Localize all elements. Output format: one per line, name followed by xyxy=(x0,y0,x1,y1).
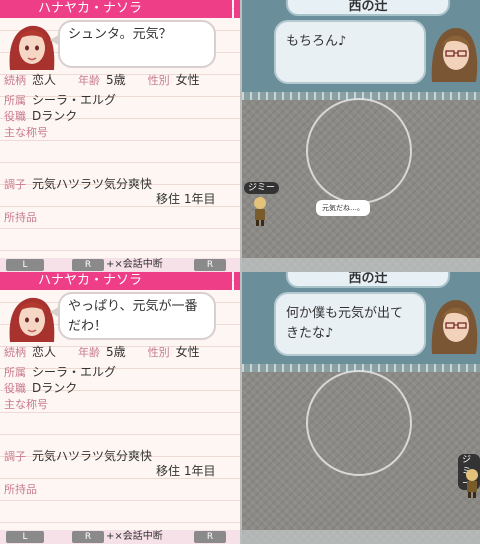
map-panel: 西の辻 もちろん♪ ジミー 元気だね…。 xyxy=(240,0,480,272)
l-button[interactable]: L xyxy=(6,531,44,543)
character-name-bar: ハナヤカ・ナソラ xyxy=(0,0,240,18)
character-portrait xyxy=(9,297,55,342)
condition-label: 調子 xyxy=(4,450,26,463)
r-button-right[interactable]: R xyxy=(194,259,226,271)
character-name-bar: ハナヤカ・ナソラ xyxy=(0,272,240,290)
condition-label: 調子 xyxy=(4,178,26,191)
profile-row-affiliation: 所属 シーラ・エルグ xyxy=(4,364,116,381)
partner-portrait xyxy=(431,28,478,82)
npc-sprite[interactable] xyxy=(464,468,480,498)
speech-text: やっぱり、元気が一番だわ！ xyxy=(68,299,198,334)
profile-row-basic: 続柄 恋人 年齢 5歳 性別 女性 xyxy=(4,72,200,89)
control-bar: L R +×会話中断 R xyxy=(0,530,240,544)
titles-label: 主な称号 xyxy=(4,126,48,139)
frame-bottom: ハナヤカ・ナソラ やっぱり、元気が一番だわ！ 続柄 恋人 年齢 5歳 性別 女性 所属 シー… xyxy=(0,272,480,544)
relation-label: 続柄 xyxy=(4,346,26,359)
profile-row-role: 役職 Dランク xyxy=(4,108,77,125)
profile-panel: ハナヤカ・ナソラ シュンタ。元気？ 続柄 恋人 年齢 5歳 性別 女性 所属 シーラ・エルグ… xyxy=(0,0,240,272)
gender-label: 性別 xyxy=(147,346,170,359)
role-value: Dランク xyxy=(32,109,78,123)
character-portrait xyxy=(9,25,55,70)
profile-row-items: 所持品 xyxy=(4,209,37,226)
role-label: 役職 xyxy=(4,110,26,123)
titles-label: 主な称号 xyxy=(4,398,48,411)
age-value: 5歳 xyxy=(106,73,126,87)
profile-row-affiliation: 所属 シーラ・エルグ xyxy=(4,92,116,109)
cancel-conversation-label: +×会話中断 xyxy=(106,531,163,542)
location-label: 西の辻 xyxy=(286,0,450,16)
control-bar: L R +×会話中断 R xyxy=(0,258,240,272)
gender-label: 性別 xyxy=(147,74,170,87)
role-label: 役職 xyxy=(4,382,26,395)
affiliation-label: 所属 xyxy=(4,94,26,107)
gender-value: 女性 xyxy=(175,73,200,87)
partner-dialog: もちろん♪ xyxy=(274,20,426,84)
profile-row-basic: 続柄 恋人 年齢 5歳 性別 女性 xyxy=(4,344,200,361)
npc-speech-text: 元気だね…。 xyxy=(322,204,364,212)
affiliation-value: シーラ・エルグ xyxy=(32,365,117,379)
age-value: 5歳 xyxy=(106,345,126,359)
target-circle xyxy=(306,370,412,476)
r-button[interactable]: R xyxy=(72,259,104,271)
profile-row-residence: 移住 1年目 xyxy=(156,191,215,207)
speech-bubble: シュンタ。元気？ xyxy=(50,20,216,68)
map-bottom-bar xyxy=(242,258,480,272)
speech-bubble: やっぱり、元気が一番だわ！ xyxy=(50,292,216,340)
map-panel: 西の辻 何か僕も元気が出てきたな♪ ジミー xyxy=(240,272,480,544)
npc-speech-bubble: 元気だね…。 xyxy=(316,200,370,216)
npc-sprite[interactable] xyxy=(252,196,268,226)
partner-dialog-text: 何か僕も元気が出てきたな♪ xyxy=(286,306,404,341)
frame-top: ハナヤカ・ナソラ シュンタ。元気？ 続柄 恋人 年齢 5歳 性別 女性 所属 シーラ・エルグ… xyxy=(0,0,480,272)
r-button[interactable]: R xyxy=(72,531,104,543)
profile-row-condition: 調子 元気ハツラツ気分爽快 xyxy=(4,448,152,465)
relation-value: 恋人 xyxy=(32,345,57,359)
affiliation-value: シーラ・エルグ xyxy=(32,93,117,107)
profile-row-titles: 主な称号 xyxy=(4,396,48,413)
relation-value: 恋人 xyxy=(32,73,57,87)
condition-value: 元気ハツラツ気分爽快 xyxy=(32,449,153,463)
residence-value: 移住 1年目 xyxy=(156,464,216,478)
gender-value: 女性 xyxy=(175,345,200,359)
character-name: ハナヤカ・ナソラ xyxy=(38,273,143,288)
target-circle xyxy=(306,98,412,204)
items-label: 所持品 xyxy=(4,211,37,224)
l-button[interactable]: L xyxy=(6,259,44,271)
location-label: 西の辻 xyxy=(286,272,450,288)
affiliation-label: 所属 xyxy=(4,366,26,379)
profile-row-titles: 主な称号 xyxy=(4,124,48,141)
map-bottom-bar xyxy=(242,530,480,544)
residence-value: 移住 1年目 xyxy=(156,192,216,206)
age-label: 年齢 xyxy=(78,346,101,359)
character-name: ハナヤカ・ナソラ xyxy=(38,1,143,16)
profile-panel: ハナヤカ・ナソラ やっぱり、元気が一番だわ！ 続柄 恋人 年齢 5歳 性別 女性 所属 シー… xyxy=(0,272,240,544)
npc-name-tag: ジミー xyxy=(244,182,280,194)
items-label: 所持品 xyxy=(4,483,37,496)
age-label: 年齢 xyxy=(78,74,101,87)
profile-row-residence: 移住 1年目 xyxy=(156,463,215,479)
cancel-conversation-label: +×会話中断 xyxy=(106,259,163,270)
profile-row-condition: 調子 元気ハツラツ気分爽快 xyxy=(4,176,152,193)
speech-text: シュンタ。元気？ xyxy=(68,27,172,42)
partner-dialog-text: もちろん♪ xyxy=(286,34,347,49)
profile-row-items: 所持品 xyxy=(4,481,37,498)
partner-portrait xyxy=(431,300,478,354)
profile-row-role: 役職 Dランク xyxy=(4,380,77,397)
condition-value: 元気ハツラツ気分爽快 xyxy=(32,177,153,191)
role-value: Dランク xyxy=(32,381,78,395)
partner-dialog: 何か僕も元気が出てきたな♪ xyxy=(274,292,426,356)
relation-label: 続柄 xyxy=(4,74,26,87)
r-button-right[interactable]: R xyxy=(194,531,226,543)
